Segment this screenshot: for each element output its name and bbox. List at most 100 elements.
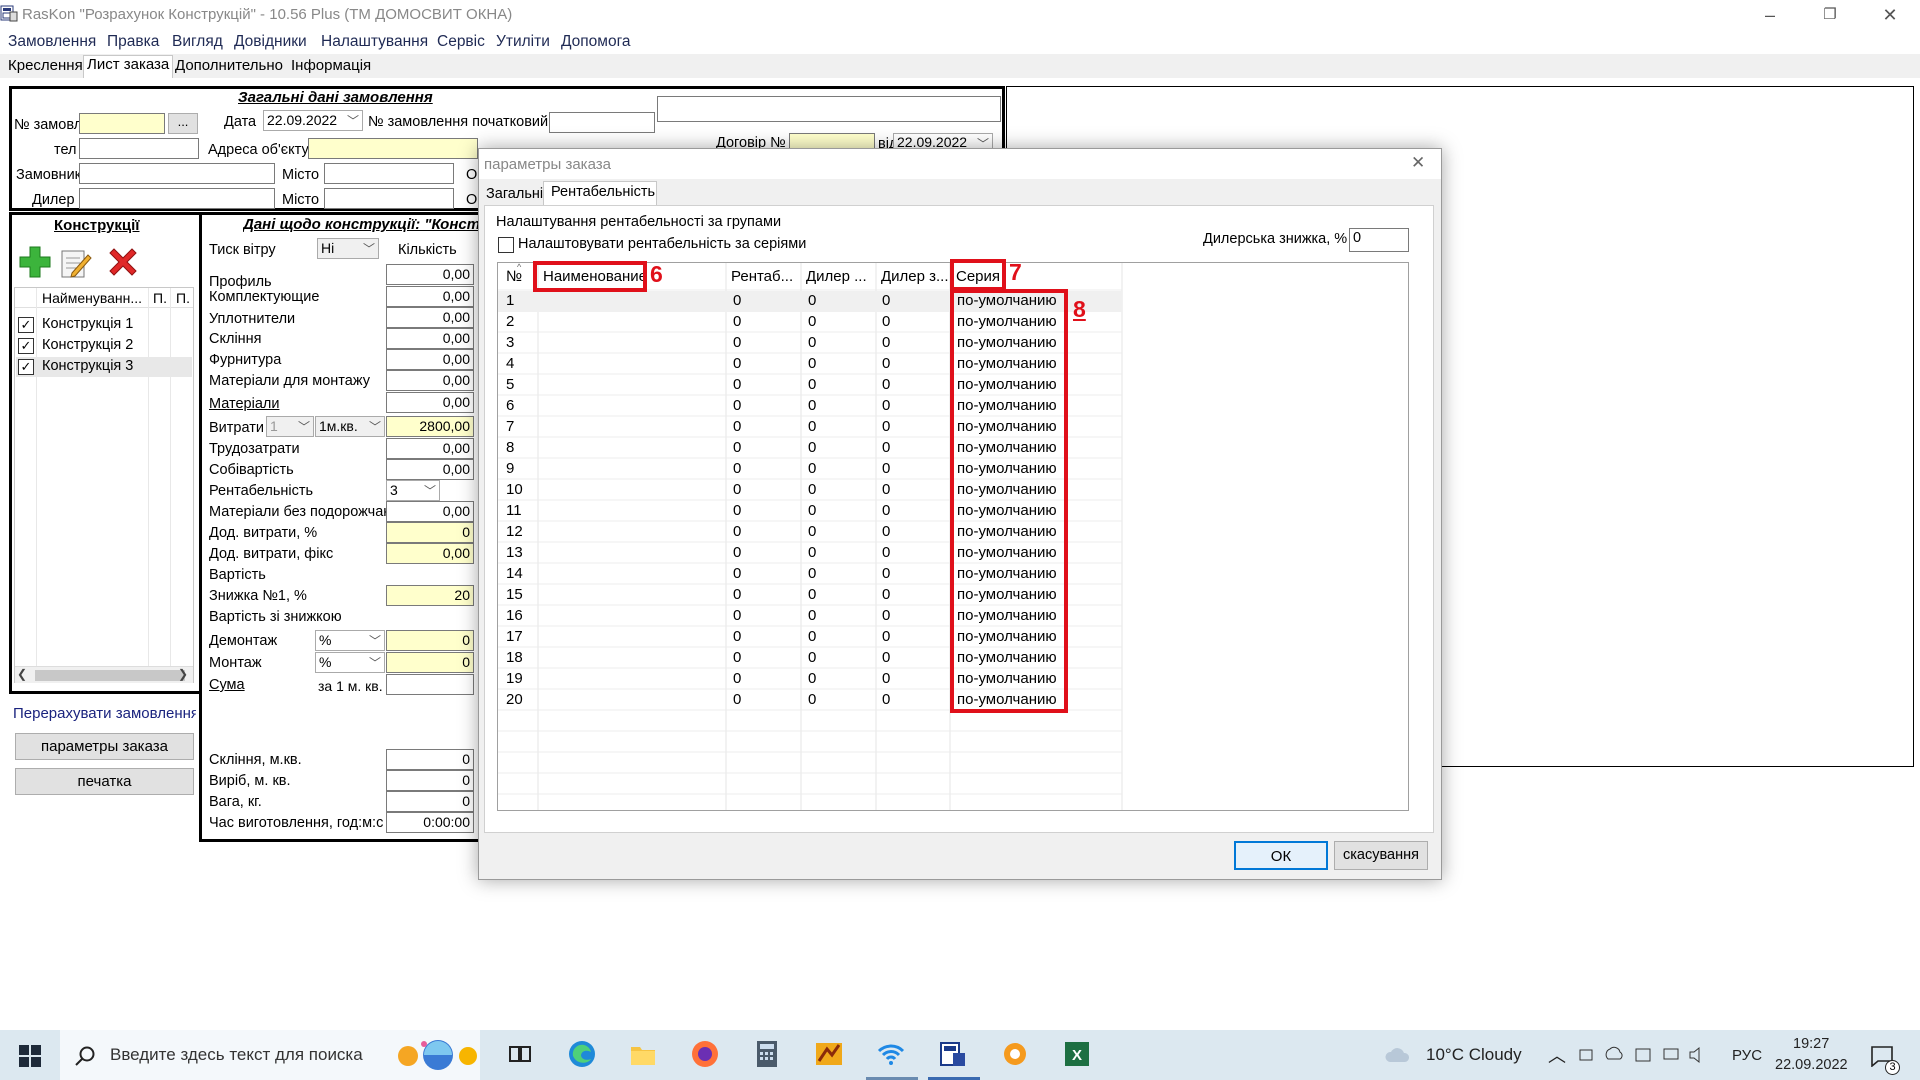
tab-drawing[interactable]: Креслення	[5, 57, 86, 77]
row-dealer[interactable]: 0	[808, 418, 816, 435]
row-profit[interactable]: 0	[733, 586, 741, 603]
menu-directories[interactable]: Довідники	[234, 33, 307, 51]
edit-icon[interactable]	[58, 245, 92, 279]
row-number[interactable]: 10	[506, 481, 523, 498]
mount-unit-select[interactable]: % ﹀	[315, 652, 385, 673]
row-dealer-disc[interactable]: 0	[882, 523, 890, 540]
row-dealer-disc[interactable]: 0	[882, 649, 890, 666]
row-profit[interactable]: 0	[733, 376, 741, 393]
row-profit[interactable]: 0	[733, 439, 741, 456]
scroll-thumb[interactable]	[35, 670, 185, 681]
list-item[interactable]: ✓ Конструкція 1	[16, 315, 192, 335]
row-dealer[interactable]: 0	[808, 481, 816, 498]
row-profit[interactable]: 0	[733, 313, 741, 330]
row-dealer[interactable]: 0	[808, 355, 816, 372]
chevron-up-icon[interactable]: ︿	[1548, 1042, 1566, 1068]
customer-field[interactable]	[79, 163, 275, 184]
row-dealer[interactable]: 0	[808, 607, 816, 624]
row-dealer-disc[interactable]: 0	[882, 502, 890, 519]
item-area-value[interactable]: 0	[386, 770, 474, 791]
row-number[interactable]: 8	[506, 439, 514, 456]
edge-icon[interactable]	[567, 1039, 597, 1069]
row-number[interactable]: 18	[506, 649, 523, 666]
scroll-right-icon[interactable]: ❯	[178, 667, 188, 681]
row-profit[interactable]: 0	[733, 691, 741, 708]
clock-date[interactable]: 22.09.2022	[1775, 1057, 1848, 1073]
row-dealer[interactable]: 0	[808, 397, 816, 414]
list-item[interactable]: ✓ Конструкція 2	[16, 336, 192, 356]
row-dealer[interactable]: 0	[808, 334, 816, 351]
sum-value[interactable]	[386, 674, 474, 695]
row-dealer-disc[interactable]: 0	[882, 397, 890, 414]
row-number[interactable]: 15	[506, 586, 523, 603]
row-dealer[interactable]: 0	[808, 523, 816, 540]
row-dealer[interactable]: 0	[808, 460, 816, 477]
menu-help[interactable]: Допомога	[561, 33, 631, 51]
row-number[interactable]: 5	[506, 376, 514, 393]
row-number[interactable]: 14	[506, 565, 523, 582]
calculator-icon[interactable]	[752, 1039, 782, 1069]
row-dealer[interactable]: 0	[808, 649, 816, 666]
expense-combo-1[interactable]: 1 ﹀	[266, 416, 314, 437]
horizontal-scrollbar[interactable]: ❮ ❯	[15, 666, 193, 683]
order-no-field[interactable]	[79, 113, 165, 134]
menu-orders[interactable]: Замовлення	[8, 33, 96, 51]
expense-unit-select[interactable]: 1м.кв. ﹀	[315, 416, 385, 437]
row-number[interactable]: 17	[506, 628, 523, 645]
addexp-pct-value[interactable]: 0	[386, 522, 474, 543]
row-dealer-disc[interactable]: 0	[882, 544, 890, 561]
cost-value[interactable]: 0,00	[386, 459, 474, 480]
menu-view[interactable]: Вигляд	[172, 33, 223, 51]
weather-text[interactable]: 10°C Cloudy	[1426, 1045, 1522, 1065]
cancel-button[interactable]: скасування	[1334, 841, 1428, 870]
row-profit[interactable]: 0	[733, 565, 741, 582]
labor-value[interactable]: 0,00	[386, 438, 474, 459]
row-dealer[interactable]: 0	[808, 502, 816, 519]
row-dealer[interactable]: 0	[808, 376, 816, 393]
initial-no-field[interactable]	[549, 112, 655, 133]
tab-order-sheet[interactable]: Лист заказа	[83, 55, 174, 78]
row-profit[interactable]: 0	[733, 670, 741, 687]
task-view-icon[interactable]	[505, 1039, 535, 1069]
row-dealer-disc[interactable]: 0	[882, 565, 890, 582]
order-params-button[interactable]: параметры заказа	[15, 733, 194, 760]
city-field[interactable]	[324, 163, 454, 184]
row-dealer-disc[interactable]: 0	[882, 418, 890, 435]
tab-info[interactable]: Інформація	[288, 57, 374, 77]
excel-icon[interactable]: X	[1062, 1039, 1092, 1069]
tab-additional[interactable]: Дополнительно	[172, 57, 286, 77]
row-profit[interactable]: 0	[733, 355, 741, 372]
delete-icon[interactable]	[106, 245, 140, 279]
col-header-profit[interactable]: Рентаб...	[731, 268, 793, 285]
row-number[interactable]: 16	[506, 607, 523, 624]
row-profit[interactable]: 0	[733, 334, 741, 351]
menu-edit[interactable]: Правка	[107, 33, 159, 51]
row-profit[interactable]: 0	[733, 649, 741, 666]
ok-button[interactable]: ОК	[1234, 841, 1328, 870]
app-yellow-icon[interactable]	[814, 1039, 844, 1069]
row-number[interactable]: 7	[506, 418, 514, 435]
col-name-header[interactable]: Найменуванн...	[42, 290, 142, 306]
glazing-value[interactable]: 0,00	[386, 328, 474, 349]
menu-utilities[interactable]: Утиліти	[496, 33, 550, 51]
addexp-fix-value[interactable]: 0,00	[386, 543, 474, 564]
row-dealer-disc[interactable]: 0	[882, 334, 890, 351]
row-dealer-disc[interactable]: 0	[882, 292, 890, 309]
materials-link[interactable]: Матеріали	[209, 396, 279, 412]
row-dealer[interactable]: 0	[808, 670, 816, 687]
dismantle-value[interactable]: 0	[386, 630, 474, 651]
row-number[interactable]: 20	[506, 691, 523, 708]
row-dealer-disc[interactable]: 0	[882, 607, 890, 624]
hardware-value[interactable]: 0,00	[386, 349, 474, 370]
row-number[interactable]: 12	[506, 523, 523, 540]
col-p1-header[interactable]: П.	[153, 290, 167, 306]
sum-link[interactable]: Сума	[209, 677, 245, 693]
row-dealer[interactable]: 0	[808, 313, 816, 330]
row-profit[interactable]: 0	[733, 544, 741, 561]
address-field[interactable]	[308, 138, 478, 159]
row-profit[interactable]: 0	[733, 523, 741, 540]
checkbox-checked[interactable]: ✓	[18, 317, 34, 333]
row-number[interactable]: 2	[506, 313, 514, 330]
mat-no-markup-value[interactable]: 0,00	[386, 501, 474, 522]
row-dealer-disc[interactable]: 0	[882, 439, 890, 456]
